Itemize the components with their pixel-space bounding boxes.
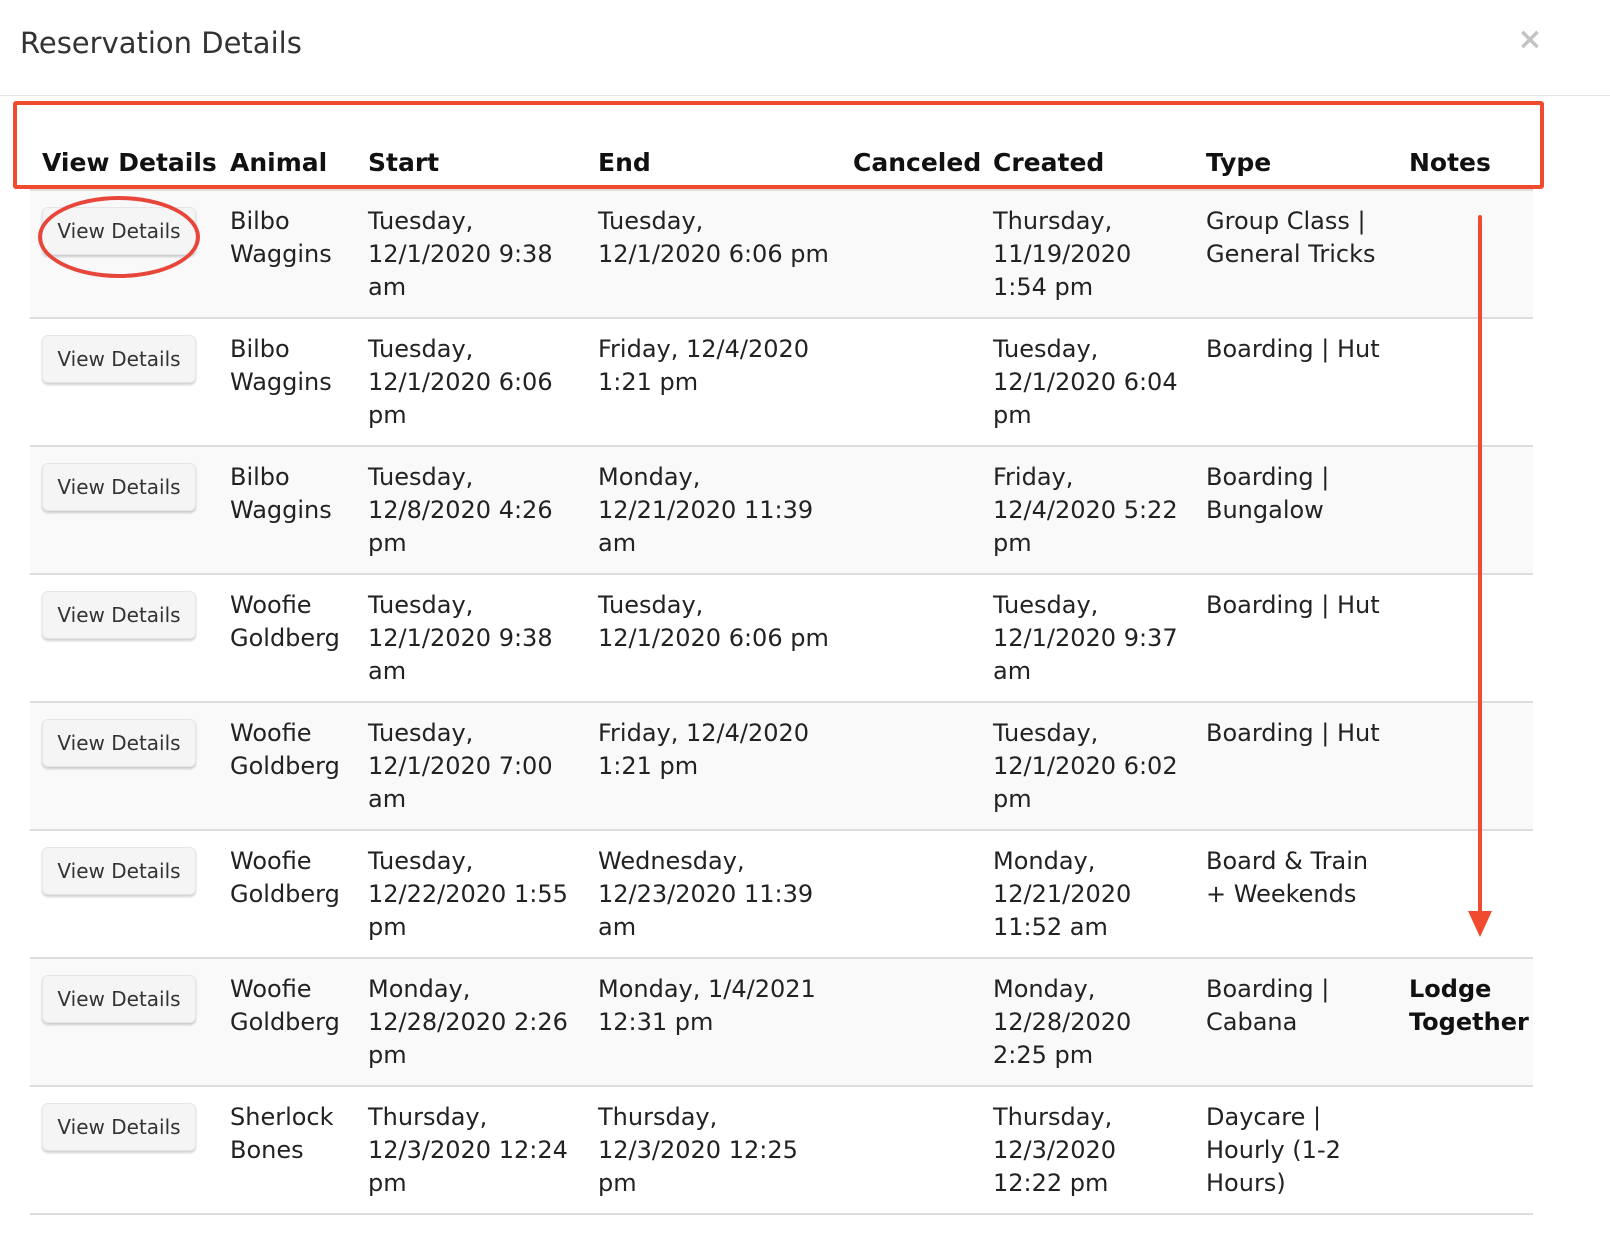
start-cell: Tuesday, 12/1/2020 7:00 am	[356, 702, 586, 831]
canceled-cell	[841, 1086, 981, 1215]
created-cell: Monday, 12/28/2020 2:25 pm	[981, 958, 1194, 1087]
table-row: View Details Woofie Goldberg Tuesday, 12…	[30, 574, 1533, 703]
end-cell: Monday, 1/4/2021 12:31 pm	[586, 958, 841, 1087]
column-header-notes: Notes	[1397, 98, 1533, 191]
table-row: View Details Bilbo Waggins Tuesday, 12/1…	[30, 190, 1533, 319]
animal-cell: Woofie Goldberg	[218, 958, 356, 1087]
canceled-cell	[841, 446, 981, 575]
canceled-cell	[841, 702, 981, 831]
notes-cell	[1397, 446, 1533, 575]
animal-cell: Bilbo Waggins	[218, 446, 356, 575]
created-cell: Tuesday, 12/1/2020 9:37 am	[981, 574, 1194, 703]
table-row: View Details Woofie Goldberg Tuesday, 12…	[30, 830, 1533, 959]
table-header: View Details Animal Start End Canceled C…	[30, 98, 1533, 191]
table-row: View Details Bilbo Waggins Tuesday, 12/8…	[30, 446, 1533, 575]
type-cell: Boarding | Hut	[1194, 574, 1397, 703]
column-header-start: Start	[356, 98, 586, 191]
created-cell: Tuesday, 12/1/2020 6:04 pm	[981, 318, 1194, 447]
type-cell: Boarding | Hut	[1194, 318, 1397, 447]
table-row: View Details Woofie Goldberg Monday, 12/…	[30, 958, 1533, 1087]
view-details-cell: View Details	[30, 318, 218, 447]
start-cell: Thursday, 12/3/2020 12:24 pm	[356, 1086, 586, 1215]
created-cell: Tuesday, 12/1/2020 6:02 pm	[981, 702, 1194, 831]
type-cell: Boarding | Bungalow	[1194, 446, 1397, 575]
view-details-button[interactable]: View Details	[42, 591, 196, 639]
table-row: View Details Sherlock Bones Thursday, 12…	[30, 1086, 1533, 1215]
animal-cell: Sherlock Bones	[218, 1086, 356, 1215]
animal-cell: Woofie Goldberg	[218, 702, 356, 831]
notes-cell	[1397, 190, 1533, 319]
end-cell: Friday, 12/4/2020 1:21 pm	[586, 702, 841, 831]
view-details-cell: View Details	[30, 446, 218, 575]
view-details-button[interactable]: View Details	[42, 719, 196, 767]
canceled-cell	[841, 318, 981, 447]
modal-header: Reservation Details ×	[0, 0, 1610, 96]
created-cell: Thursday, 12/3/2020 12:22 pm	[981, 1086, 1194, 1215]
view-details-cell: View Details	[30, 190, 218, 319]
table-row: View Details Woofie Goldberg Tuesday, 12…	[30, 702, 1533, 831]
end-cell: Tuesday, 12/1/2020 6:06 pm	[586, 574, 841, 703]
type-cell: Daycare | Hourly (1-2 Hours)	[1194, 1086, 1397, 1215]
canceled-cell	[841, 574, 981, 703]
created-cell: Thursday, 11/19/2020 1:54 pm	[981, 190, 1194, 319]
view-details-button[interactable]: View Details	[42, 335, 196, 383]
end-cell: Thursday, 12/3/2020 12:25 pm	[586, 1086, 841, 1215]
end-cell: Wednesday, 12/23/2020 11:39 am	[586, 830, 841, 959]
canceled-cell	[841, 958, 981, 1087]
reservations-table-container: View Details Animal Start End Canceled C…	[30, 98, 1533, 1215]
type-cell: Group Class | General Tricks	[1194, 190, 1397, 319]
view-details-cell: View Details	[30, 830, 218, 959]
reservations-table: View Details Animal Start End Canceled C…	[30, 98, 1533, 1215]
view-details-button[interactable]: View Details	[42, 207, 196, 255]
modal-title: Reservation Details	[20, 26, 302, 60]
notes-cell	[1397, 318, 1533, 447]
type-cell: Boarding | Hut	[1194, 702, 1397, 831]
view-details-cell: View Details	[30, 958, 218, 1087]
end-cell: Friday, 12/4/2020 1:21 pm	[586, 318, 841, 447]
created-cell: Monday, 12/21/2020 11:52 am	[981, 830, 1194, 959]
start-cell: Tuesday, 12/22/2020 1:55 pm	[356, 830, 586, 959]
view-details-button[interactable]: View Details	[42, 1103, 196, 1151]
animal-cell: Woofie Goldberg	[218, 574, 356, 703]
end-cell: Tuesday, 12/1/2020 6:06 pm	[586, 190, 841, 319]
column-header-canceled: Canceled	[841, 98, 981, 191]
table-header-row: View Details Animal Start End Canceled C…	[30, 98, 1533, 191]
start-cell: Tuesday, 12/8/2020 4:26 pm	[356, 446, 586, 575]
notes-cell	[1397, 1086, 1533, 1215]
column-header-animal: Animal	[218, 98, 356, 191]
close-icon[interactable]: ×	[1510, 20, 1550, 60]
animal-cell: Bilbo Waggins	[218, 190, 356, 319]
notes-cell	[1397, 702, 1533, 831]
start-cell: Monday, 12/28/2020 2:26 pm	[356, 958, 586, 1087]
reservation-details-modal: Reservation Details × View Details Anima…	[0, 0, 1610, 1252]
view-details-cell: View Details	[30, 702, 218, 831]
view-details-button[interactable]: View Details	[42, 463, 196, 511]
table-body: View Details Bilbo Waggins Tuesday, 12/1…	[30, 190, 1533, 1215]
animal-cell: Woofie Goldberg	[218, 830, 356, 959]
type-cell: Boarding | Cabana	[1194, 958, 1397, 1087]
animal-cell: Bilbo Waggins	[218, 318, 356, 447]
notes-cell: Lodge Together	[1397, 958, 1533, 1087]
table-row: View Details Bilbo Waggins Tuesday, 12/1…	[30, 318, 1533, 447]
view-details-cell: View Details	[30, 1086, 218, 1215]
column-header-created: Created	[981, 98, 1194, 191]
column-header-view-details: View Details	[30, 98, 218, 191]
notes-cell	[1397, 830, 1533, 959]
type-cell: Board & Train + Weekends	[1194, 830, 1397, 959]
start-cell: Tuesday, 12/1/2020 9:38 am	[356, 574, 586, 703]
view-details-cell: View Details	[30, 574, 218, 703]
canceled-cell	[841, 830, 981, 959]
canceled-cell	[841, 190, 981, 319]
end-cell: Monday, 12/21/2020 11:39 am	[586, 446, 841, 575]
notes-cell	[1397, 574, 1533, 703]
start-cell: Tuesday, 12/1/2020 6:06 pm	[356, 318, 586, 447]
view-details-button[interactable]: View Details	[42, 975, 196, 1023]
start-cell: Tuesday, 12/1/2020 9:38 am	[356, 190, 586, 319]
created-cell: Friday, 12/4/2020 5:22 pm	[981, 446, 1194, 575]
column-header-end: End	[586, 98, 841, 191]
view-details-button[interactable]: View Details	[42, 847, 196, 895]
column-header-type: Type	[1194, 98, 1397, 191]
